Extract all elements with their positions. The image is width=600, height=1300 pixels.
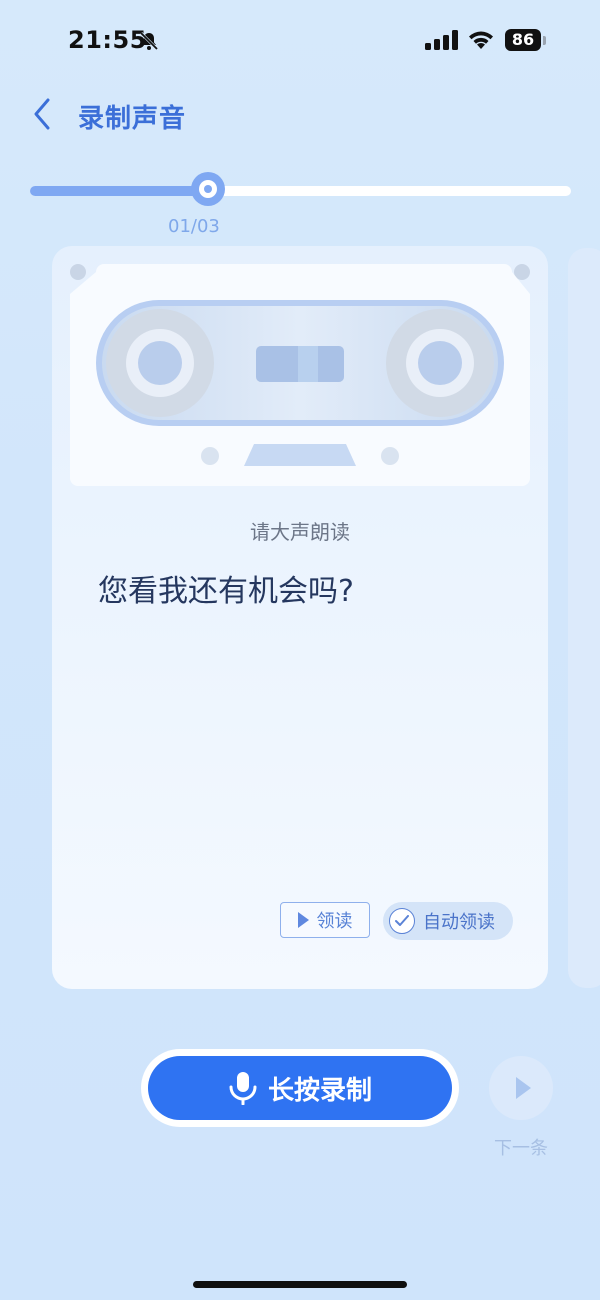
status-time: 21:55 <box>68 26 147 54</box>
hold-to-record-button[interactable]: 长按录制 <box>148 1056 452 1120</box>
auto-read-toggle[interactable]: 自动领读 <box>383 902 513 940</box>
progress-knob[interactable] <box>191 172 225 206</box>
record-label: 长按录制 <box>267 1075 372 1106</box>
bell-slash-icon <box>139 31 159 51</box>
home-indicator[interactable] <box>193 1281 407 1288</box>
next-button[interactable] <box>489 1056 553 1120</box>
read-along-label: 领读 <box>316 911 353 932</box>
next-play-icon <box>516 1077 531 1099</box>
check-icon <box>389 908 415 934</box>
play-icon <box>297 912 309 928</box>
progress-label: 01/03 <box>168 216 220 237</box>
cassette-icon <box>70 264 530 486</box>
progress-fill <box>30 186 208 196</box>
signal-icon <box>425 30 458 50</box>
reading-card: 请大声朗读 您看我还有机会吗? 领读 自动领读 <box>52 246 548 989</box>
wifi-icon <box>469 31 493 49</box>
next-label: 下一条 <box>494 1138 548 1159</box>
page-title: 录制声音 <box>78 104 187 134</box>
next-card-peek[interactable] <box>568 248 600 988</box>
reading-sentence: 您看我还有机会吗? <box>98 574 354 609</box>
battery-tip <box>543 36 546 45</box>
battery-indicator: 86 <box>505 29 541 51</box>
auto-read-label: 自动领读 <box>423 912 495 933</box>
read-aloud-prompt: 请大声朗读 <box>250 520 350 544</box>
read-along-button[interactable]: 领读 <box>280 902 370 938</box>
back-icon[interactable] <box>30 96 54 132</box>
microphone-icon <box>229 1072 257 1105</box>
